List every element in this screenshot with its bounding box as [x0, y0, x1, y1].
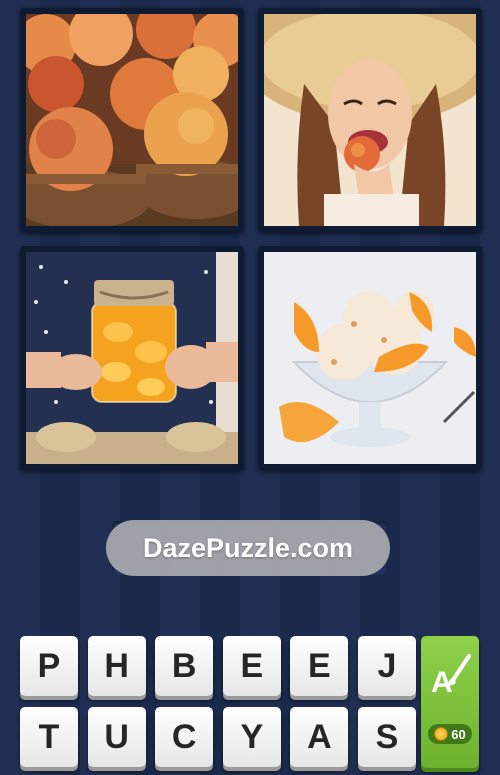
letter-tile[interactable]: S	[357, 707, 416, 767]
letter-tile[interactable]: P	[20, 636, 78, 696]
letter-tile[interactable]: U	[87, 707, 146, 767]
hint-cost-value: 60	[451, 726, 466, 742]
woman-eating-peach-image	[264, 14, 476, 226]
watermark-banner: DazePuzzle.com	[106, 520, 390, 576]
hint-cost-badge: 60	[428, 724, 472, 744]
clue-image-woman-eating-peach[interactable]	[258, 8, 482, 232]
letter-tile[interactable]: E	[222, 636, 281, 696]
letter-tile[interactable]: B	[155, 636, 214, 696]
letter-tile[interactable]: H	[87, 636, 146, 696]
jar-of-canned-peaches-image	[26, 252, 238, 464]
hint-button[interactable]: A 60	[421, 636, 479, 768]
letter-tile[interactable]: T	[20, 707, 78, 767]
letter-tile[interactable]: C	[155, 707, 214, 767]
letter-tile[interactable]: E	[290, 636, 349, 696]
coin-icon	[434, 727, 449, 741]
peaches-in-baskets-image	[26, 14, 238, 226]
letter-tile[interactable]: Y	[222, 707, 281, 767]
clue-image-ice-cream-peaches[interactable]	[258, 246, 482, 470]
ice-cream-with-peach-slices-image	[264, 252, 476, 464]
letter-tile[interactable]: A	[290, 707, 349, 767]
paint-brush-letter-a-icon: A	[431, 654, 471, 698]
letter-tile[interactable]: J	[357, 636, 416, 696]
clue-image-peaches-baskets[interactable]	[20, 8, 244, 232]
clue-image-jar-canned-peaches[interactable]	[20, 246, 244, 470]
letter-bank: P H B E E J T U C Y A S	[20, 636, 416, 768]
